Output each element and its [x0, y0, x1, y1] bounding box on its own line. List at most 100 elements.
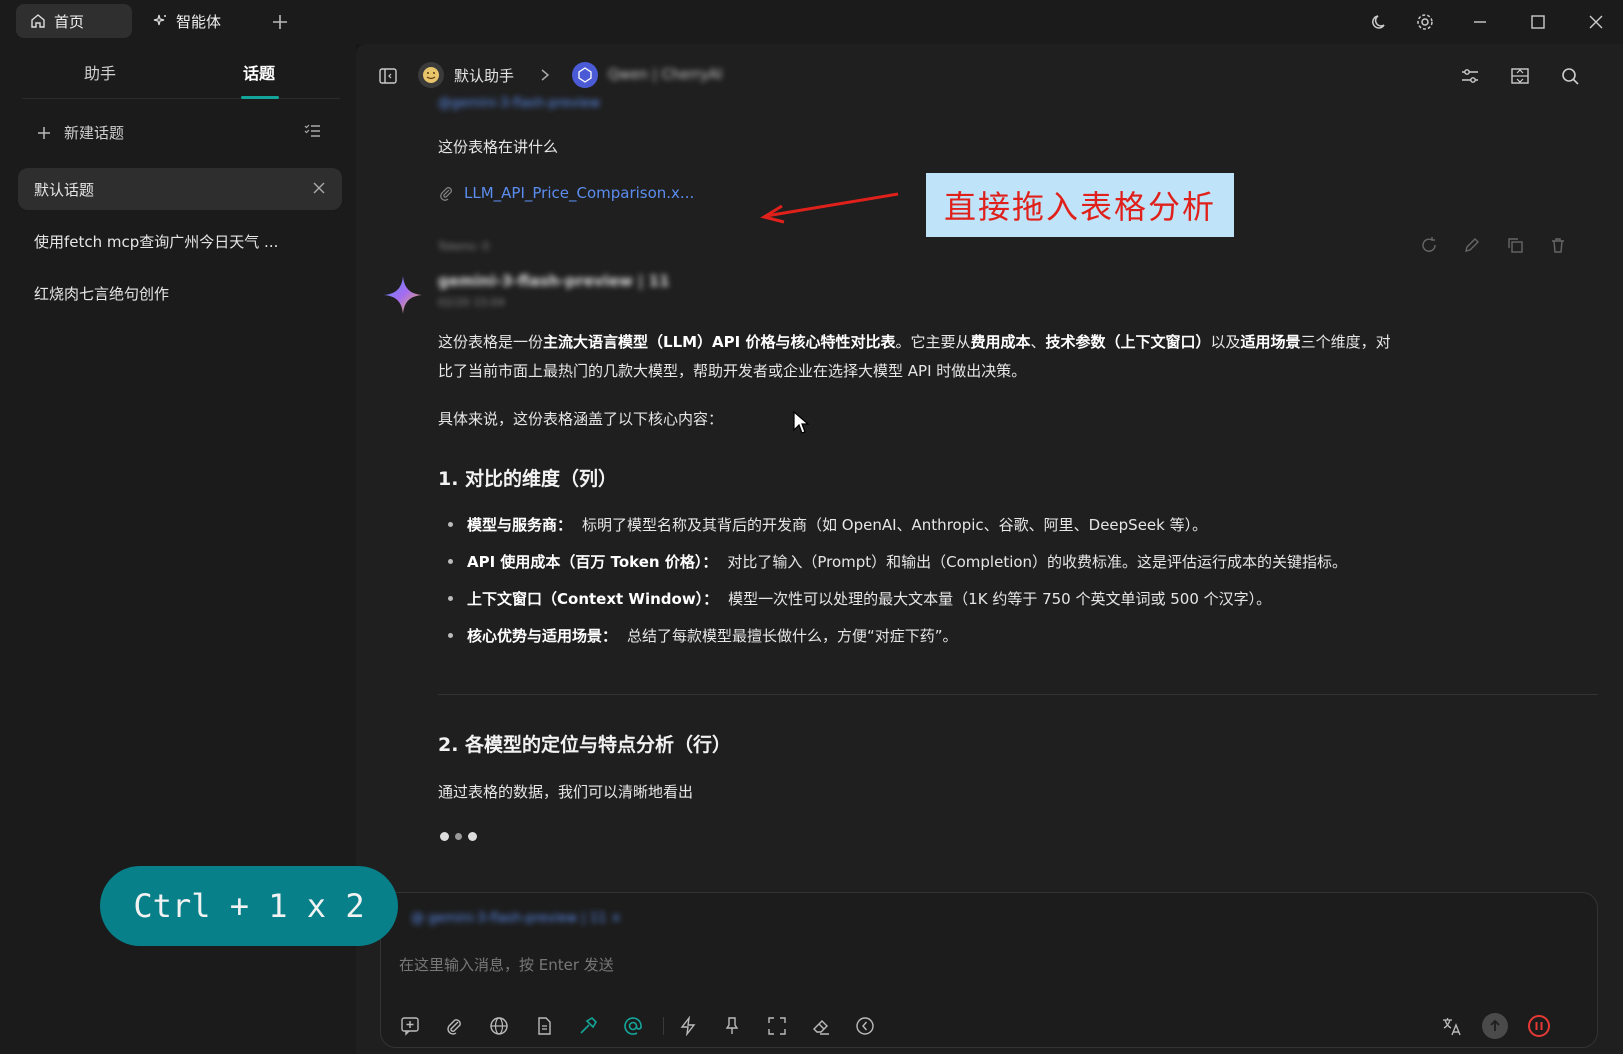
topic-label: 红烧肉七言绝句创作 [34, 284, 170, 303]
sidebar-divider [22, 98, 340, 99]
moon-icon [1370, 12, 1390, 32]
sidebar-tab-assistants[interactable]: 助手 [84, 60, 116, 84]
document-icon [534, 1016, 554, 1036]
model-logo-icon [572, 62, 598, 88]
settings-sliders-button[interactable] [1456, 62, 1484, 90]
reply-paragraph-1: 这份表格是一份主流大语言模型（LLM）API 价格与核心特性对比表。它主要从费用… [438, 327, 1598, 357]
annotation-arrow-icon [760, 190, 900, 226]
reply-text: 三个维度，对 [1300, 333, 1391, 351]
send-button[interactable] [1482, 1013, 1508, 1039]
stop-generation-button[interactable] [1526, 1013, 1552, 1039]
gear-icon [1415, 12, 1435, 32]
settings-button[interactable] [1411, 8, 1439, 36]
attachment-link[interactable]: LLM_API_Price_Comparison.x... [438, 184, 694, 202]
assistant-avatar-icon [418, 62, 444, 88]
mention-chip[interactable]: @ gemini-3-flash-preview | 11 × [411, 911, 621, 926]
bullet-title: API 使用成本（百万 Token 价格）： [467, 553, 718, 571]
sliders-icon [1460, 66, 1480, 86]
model-name: Qwen | CherryAI [608, 67, 723, 83]
sidebar-tab-topics[interactable]: 话题 [243, 60, 275, 84]
layout-button[interactable] [1506, 62, 1534, 90]
topic-label: 默认话题 [34, 180, 95, 199]
bullet-title: 上下文窗口（Context Window）： [467, 590, 719, 608]
minimize-icon [1472, 14, 1488, 30]
maximize-icon [1530, 14, 1546, 30]
reply-paragraph-1-line-2: 比了当前市面上最热门的几款大模型，帮助开发者或企业在选择大模型 API 时做出决… [438, 362, 1027, 380]
at-sign-icon [623, 1016, 643, 1036]
attachment-name: LLM_API_Price_Comparison.x... [464, 184, 695, 202]
bullet-text: 总结了每款模型最擅长做什么，方便“对症下药”。 [627, 627, 958, 645]
add-tab-button[interactable] [266, 8, 294, 36]
plus-icon [271, 13, 289, 31]
reply-text: 。它主要从 [895, 333, 971, 351]
mention-text: @gemini-3-flash-preview [438, 96, 601, 111]
section-divider [438, 694, 1598, 695]
model-meta: gemini-3-flash-preview | 11 [438, 272, 670, 290]
pin-button[interactable] [719, 1013, 745, 1039]
theme-toggle-button[interactable] [1366, 8, 1394, 36]
edit-icon[interactable] [1463, 236, 1483, 256]
list-item: 上下文窗口（Context Window）： 模型一次性可以处理的最大文本量（1K… [448, 588, 1271, 609]
eraser-icon [811, 1016, 831, 1036]
list-check-icon [304, 122, 322, 140]
assistant-selector[interactable]: 默认助手 [418, 62, 514, 88]
history-button[interactable] [852, 1013, 878, 1039]
typing-indicator [440, 832, 477, 841]
bullet-dot [448, 596, 453, 601]
new-topic-label: 新建话题 [64, 124, 125, 142]
fullscreen-button[interactable] [764, 1013, 790, 1039]
message-plus-icon [400, 1016, 420, 1036]
tab-agents[interactable]: 智能体 [138, 4, 250, 38]
toggle-sidebar-button[interactable] [374, 62, 402, 90]
pause-circle-icon [1527, 1014, 1551, 1038]
arrow-up-icon [1482, 1013, 1508, 1039]
typing-dot [440, 832, 449, 841]
globe-icon [489, 1016, 509, 1036]
close-window-button[interactable] [1582, 8, 1610, 36]
mouse-cursor-icon [792, 410, 810, 436]
new-topic-button[interactable]: 新建话题 [36, 122, 124, 143]
active-tab-indicator [241, 96, 279, 99]
topic-item-default[interactable]: 默认话题 [18, 168, 342, 210]
quick-phrases-button[interactable] [675, 1013, 701, 1039]
attach-file-button[interactable] [441, 1013, 467, 1039]
user-message: 这份表格在讲什么 [438, 138, 559, 156]
bullet-dot [448, 522, 453, 527]
message-input[interactable]: 在这里输入消息，按 Enter 发送 [399, 949, 1579, 979]
copy-icon[interactable] [1506, 236, 1526, 256]
typing-dot [468, 832, 477, 841]
mention-model-button[interactable] [620, 1013, 646, 1039]
close-icon[interactable] [312, 181, 326, 195]
mcp-tools-button[interactable] [575, 1013, 601, 1039]
toolbar-divider [663, 1017, 664, 1035]
minimize-button[interactable] [1466, 8, 1494, 36]
search-button[interactable] [1556, 62, 1584, 90]
delete-icon[interactable] [1549, 236, 1569, 256]
web-search-button[interactable] [486, 1013, 512, 1039]
maximize-button[interactable] [1524, 8, 1552, 36]
topic-item-poem[interactable]: 红烧肉七言绝句创作 [18, 272, 342, 314]
home-icon [30, 13, 46, 29]
clear-context-button[interactable] [808, 1013, 834, 1039]
topic-item-weather[interactable]: 使用fetch mcp查询广州今日天气 ... [18, 220, 342, 262]
topic-list-options-button[interactable] [304, 122, 322, 140]
translate-button[interactable] [1439, 1013, 1465, 1039]
gemini-logo-icon [380, 272, 426, 318]
bullet-title: 模型与服务商： [467, 516, 573, 534]
chevron-right-icon [538, 68, 552, 82]
message-composer: @ gemini-3-flash-preview | 11 × 在这里输入消息，… [380, 892, 1598, 1048]
knowledge-base-button[interactable] [531, 1013, 557, 1039]
plus-icon [36, 125, 52, 141]
new-topic-tool-button[interactable] [397, 1013, 423, 1039]
model-selector[interactable]: Qwen | CherryAI [572, 62, 722, 88]
list-item: 模型与服务商： 标明了模型名称及其背后的开发商（如 OpenAI、Anthropi… [448, 514, 1207, 535]
keyboard-shortcut-badge: Ctrl + 1 x 2 [100, 866, 398, 946]
chevron-left-circle-icon [855, 1016, 875, 1036]
tab-label: 首页 [54, 12, 85, 31]
title-bar: 首页 智能体 [0, 0, 1623, 44]
reply-bold: 适用场景 [1240, 333, 1301, 351]
regenerate-icon[interactable] [1420, 236, 1440, 256]
reply-paragraph-3: 通过表格的数据，我们可以清晰地看出 [438, 783, 694, 801]
tab-home[interactable]: 首页 [16, 4, 132, 38]
paperclip-icon [438, 185, 454, 201]
